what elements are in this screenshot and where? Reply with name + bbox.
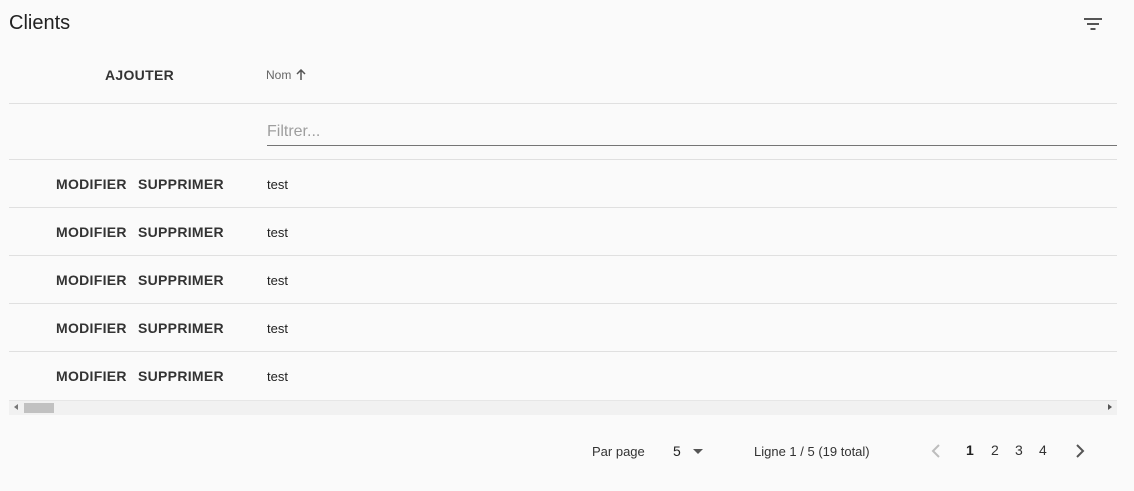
table-row: MODIFIER SUPPRIMER test [9,160,1117,208]
modify-button[interactable]: MODIFIER [56,176,127,192]
delete-button[interactable]: SUPPRIMER [138,176,224,192]
cell-nom: test [267,177,288,192]
table-row: MODIFIER SUPPRIMER test [9,256,1117,304]
horizontal-scrollbar[interactable] [9,400,1117,415]
table-header-row: AJOUTER Nom [9,50,1117,104]
column-header-label: Nom [266,68,292,82]
next-page-button[interactable] [1069,440,1091,462]
modify-button[interactable]: MODIFIER [56,368,127,384]
filter-row [9,104,1117,160]
cell-nom: test [267,225,288,240]
scroll-right-arrow[interactable] [1108,404,1112,410]
delete-button[interactable]: SUPPRIMER [138,368,224,384]
page-button-3[interactable]: 3 [1015,442,1023,458]
scroll-left-arrow[interactable] [14,404,18,410]
page-button-2[interactable]: 2 [991,442,999,458]
arrow-upward-icon [296,69,306,80]
table-row: MODIFIER SUPPRIMER test [9,208,1117,256]
cell-nom: test [267,273,288,288]
filter-input[interactable] [267,118,1117,146]
chevron-right-icon [1076,444,1085,458]
table-row: MODIFIER SUPPRIMER test [9,304,1117,352]
modify-button[interactable]: MODIFIER [56,272,127,288]
per-page-select[interactable]: 5 [673,441,713,461]
scrollbar-thumb[interactable] [24,403,54,413]
cell-nom: test [267,321,288,336]
table-row: MODIFIER SUPPRIMER test [9,352,1117,400]
cell-nom: test [267,369,288,384]
clients-page: Clients AJOUTER Nom MODIFIER SUPPRIMER t… [0,0,1134,491]
chevron-left-icon [931,444,940,458]
prev-page-button[interactable] [925,440,947,462]
delete-button[interactable]: SUPPRIMER [138,272,224,288]
row-range-label: Ligne 1 / 5 (19 total) [754,444,870,459]
modify-button[interactable]: MODIFIER [56,224,127,240]
modify-button[interactable]: MODIFIER [56,320,127,336]
delete-button[interactable]: SUPPRIMER [138,320,224,336]
column-header-nom[interactable]: Nom [266,68,307,82]
per-page-label: Par page [592,444,645,459]
page-button-4[interactable]: 4 [1039,442,1047,458]
caret-down-icon [692,448,703,454]
filter-list-icon [1084,18,1102,30]
page-button-1[interactable]: 1 [966,442,974,458]
add-button[interactable]: AJOUTER [105,67,174,83]
delete-button[interactable]: SUPPRIMER [138,224,224,240]
per-page-value: 5 [673,443,681,459]
filter-toggle-button[interactable] [1080,12,1106,36]
page-title: Clients [9,12,71,34]
